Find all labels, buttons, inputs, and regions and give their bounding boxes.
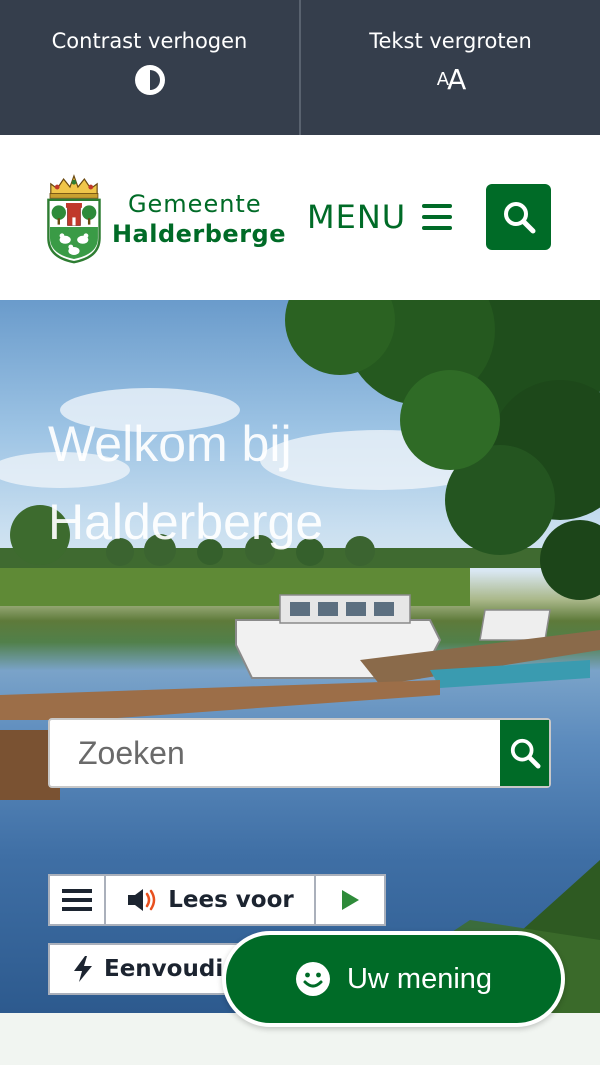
contrast-button[interactable]: Contrast verhogen [0, 0, 299, 135]
simple-mode-label: Eenvoudig [104, 956, 240, 982]
hamburger-icon [422, 204, 453, 230]
accessibility-bar: Contrast verhogen Tekst vergroten AA [0, 0, 600, 135]
text-size-button[interactable]: Tekst vergroten AA [301, 0, 600, 135]
logo-line-halderberge: Halderberge [111, 219, 286, 248]
lightning-icon [74, 956, 92, 982]
coat-of-arms-logo [47, 173, 101, 263]
read-aloud-label: Lees voor [168, 887, 294, 913]
text-size-icon: AA [436, 62, 467, 96]
read-aloud-button[interactable]: Lees voor [106, 876, 316, 924]
feedback-button[interactable]: Uw mening [222, 931, 565, 1027]
speaker-icon [128, 889, 156, 911]
text-size-label: Tekst vergroten [369, 28, 532, 53]
hero-search-button[interactable] [500, 720, 549, 786]
menu-button[interactable]: MENU [307, 195, 453, 239]
search-icon [503, 202, 535, 234]
play-icon [342, 890, 359, 910]
site-header: Gemeente Halderberge MENU [0, 135, 600, 300]
search-input[interactable] [50, 720, 500, 786]
hero-search-form [48, 718, 551, 788]
search-icon [510, 738, 541, 769]
logo-line-gemeente: Gemeente [127, 189, 262, 218]
smiley-icon [295, 962, 330, 996]
logo-link[interactable]: Gemeente Halderberge [46, 161, 286, 276]
play-button[interactable] [316, 876, 384, 924]
menu-label: MENU [307, 198, 407, 236]
contrast-icon [133, 63, 167, 97]
readspeaker-bar: Lees voor [48, 874, 386, 926]
hamburger-icon [62, 889, 92, 911]
hero-banner: Welkom bij Halderberge Lees voor [0, 300, 600, 1013]
simple-mode-button[interactable]: Eenvoudig [48, 943, 248, 995]
header-search-button[interactable] [486, 184, 551, 250]
contrast-label: Contrast verhogen [51, 28, 248, 53]
readspeaker-menu-button[interactable] [50, 876, 106, 924]
hero-title: Welkom bij Halderberge [48, 416, 324, 550]
feedback-label: Uw mening [346, 962, 493, 995]
logo-text: Gemeente Halderberge [112, 190, 286, 248]
